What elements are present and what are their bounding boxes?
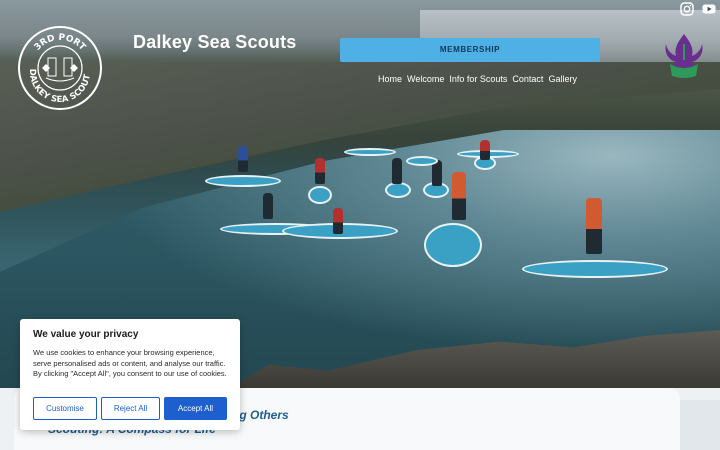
paddleboard	[424, 223, 482, 267]
scout-emblem-icon	[665, 34, 703, 78]
cookie-consent-banner: We value your privacy We use cookies to …	[20, 319, 240, 430]
nav-gallery[interactable]: Gallery	[548, 74, 577, 84]
site-logo[interactable]: 3RD PORT DALKEY SEA SCOUTS	[18, 26, 102, 110]
instagram-icon[interactable]	[680, 2, 694, 16]
cookie-title: We value your privacy	[33, 329, 139, 340]
paddleboard	[344, 148, 396, 156]
cookie-buttons: Customise Reject All Accept All	[33, 397, 227, 420]
logo-text-top: 3RD PORT	[33, 33, 88, 54]
site-title[interactable]: Dalkey Sea Scouts	[133, 32, 296, 53]
svg-text:3RD PORT: 3RD PORT	[33, 33, 88, 54]
paddler	[452, 172, 466, 220]
content-side-panel	[680, 400, 720, 450]
scout-crest-icon: 3RD PORT DALKEY SEA SCOUTS	[20, 28, 93, 105]
paddler	[586, 198, 602, 254]
accept-all-button[interactable]: Accept All	[164, 397, 227, 420]
paddler	[238, 146, 248, 172]
nav-home[interactable]: Home	[378, 74, 402, 84]
main-nav: Home Welcome Info for Scouts Contact Gal…	[378, 74, 577, 84]
customise-button[interactable]: Customise	[33, 397, 97, 420]
paddleboard	[308, 186, 332, 204]
paddleboard	[205, 175, 281, 187]
paddler	[480, 140, 490, 160]
paddler	[315, 158, 325, 184]
nav-welcome[interactable]: Welcome	[407, 74, 444, 84]
paddleboard	[385, 182, 411, 198]
youtube-icon[interactable]	[702, 2, 716, 16]
membership-button[interactable]: MEMBERSHIP	[340, 38, 600, 62]
nav-contact[interactable]: Contact	[512, 74, 543, 84]
section-headline: ng Others	[232, 408, 289, 422]
paddler	[263, 193, 273, 219]
paddleboard	[522, 260, 668, 278]
reject-all-button[interactable]: Reject All	[101, 397, 160, 420]
paddleboard	[406, 156, 438, 166]
paddler	[333, 208, 343, 234]
paddler	[392, 158, 402, 184]
nav-info-for-scouts[interactable]: Info for Scouts	[449, 74, 507, 84]
cookie-body: We use cookies to enhance your browsing …	[33, 348, 227, 378]
